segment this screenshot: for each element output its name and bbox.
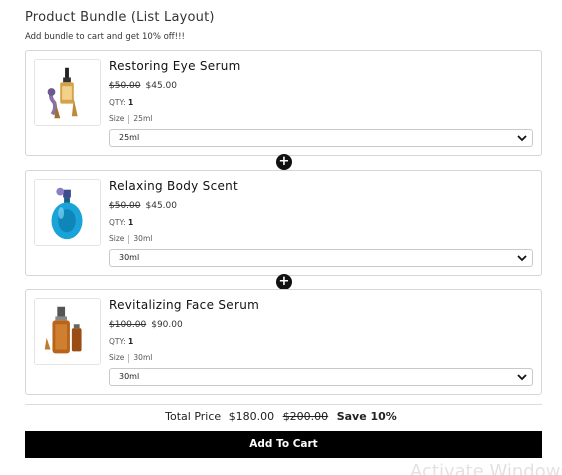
- size-info: Size 30ml: [109, 353, 152, 363]
- product-card: Revitalizing Face Serum $100.00 $90.00 QT…: [25, 289, 542, 395]
- quantity-value: 1: [128, 98, 134, 107]
- divider: [25, 404, 542, 405]
- plus-icon: +: [276, 274, 292, 290]
- size-value: 25ml: [133, 114, 153, 123]
- chevron-down-icon: [517, 135, 527, 142]
- plus-icon: +: [276, 154, 292, 170]
- original-price: $50.00: [109, 201, 141, 211]
- perfume-bottle-image: [34, 179, 101, 246]
- size-select-value: 30ml: [119, 372, 140, 381]
- size-select[interactable]: 25ml: [109, 129, 533, 147]
- quantity-label: QTY:: [109, 218, 126, 227]
- quantity-value: 1: [128, 337, 134, 346]
- windows-watermark: Activate Windows: [410, 461, 562, 475]
- size-select-value: 25ml: [119, 133, 140, 142]
- size-value: 30ml: [133, 353, 153, 362]
- product-price: $50.00 $45.00: [109, 201, 177, 211]
- face-serum-bottle-image: [34, 298, 101, 365]
- original-price: $50.00: [109, 81, 141, 91]
- total-amount: $180.00: [228, 410, 275, 423]
- total-price-row: Total Price $180.00 $200.00 Save 10%: [0, 410, 562, 423]
- original-price: $100.00: [109, 320, 147, 330]
- product-name: Relaxing Body Scent: [109, 179, 239, 193]
- total-label: Total Price: [165, 410, 222, 423]
- total-original: $200.00: [282, 410, 329, 423]
- bundle-subtitle: Add bundle to cart and get 10% off!!!: [25, 32, 185, 42]
- size-select[interactable]: 30ml: [109, 368, 533, 386]
- bundle-title: Product Bundle (List Layout): [25, 10, 215, 25]
- chevron-down-icon: [517, 374, 527, 381]
- sale-price: $90.00: [151, 320, 183, 330]
- product-card: Restoring Eye Serum $50.00 $45.00 QTY: 1 …: [25, 50, 542, 156]
- quantity-text: QTY: 1: [109, 218, 133, 227]
- product-name: Revitalizing Face Serum: [109, 298, 260, 312]
- quantity-text: QTY: 1: [109, 337, 133, 346]
- serum-bottle-image: [34, 59, 101, 126]
- product-price: $100.00 $90.00: [109, 320, 183, 330]
- quantity-value: 1: [128, 218, 134, 227]
- product-price: $50.00 $45.00: [109, 81, 177, 91]
- size-select-value: 30ml: [119, 253, 140, 262]
- sale-price: $45.00: [145, 201, 178, 211]
- size-label: Size: [109, 234, 125, 243]
- size-info: Size 25ml: [109, 114, 152, 124]
- product-name: Restoring Eye Serum: [109, 59, 241, 73]
- size-info: Size 30ml: [109, 234, 152, 244]
- size-label: Size: [109, 353, 125, 362]
- chevron-down-icon: [517, 255, 527, 262]
- quantity-label: QTY:: [109, 98, 126, 107]
- size-value: 30ml: [133, 234, 153, 243]
- sale-price: $45.00: [145, 81, 178, 91]
- size-select[interactable]: 30ml: [109, 249, 533, 267]
- product-card: Relaxing Body Scent $50.00 $45.00 QTY: 1 …: [25, 170, 542, 276]
- savings-badge: Save 10%: [336, 410, 397, 423]
- quantity-label: QTY:: [109, 337, 126, 346]
- quantity-text: QTY: 1: [109, 98, 133, 107]
- add-to-cart-button[interactable]: Add To Cart: [25, 431, 542, 458]
- size-label: Size: [109, 114, 125, 123]
